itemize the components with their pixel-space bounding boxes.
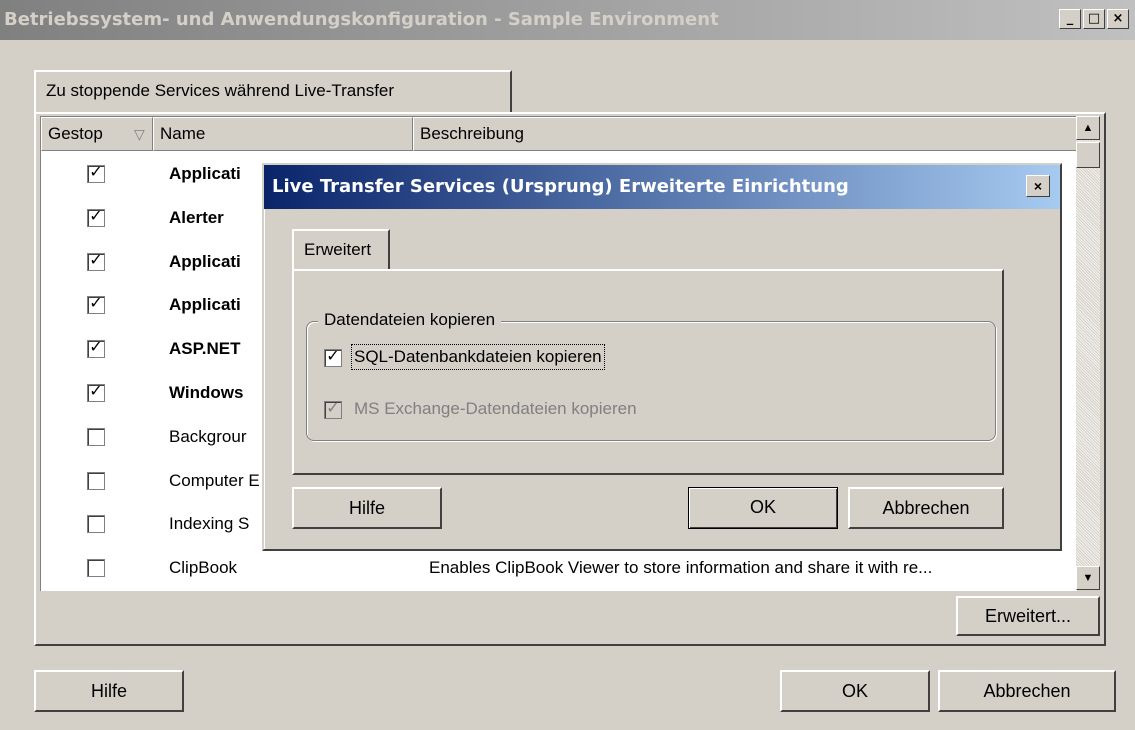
help-button[interactable]: Hilfe — [34, 670, 184, 712]
service-name: Applicati — [169, 251, 241, 271]
tab-advanced[interactable]: Erweitert — [292, 229, 390, 271]
service-name: Alerter — [169, 207, 224, 227]
stop-checkbox[interactable]: ✓ — [87, 340, 105, 359]
stop-checkbox[interactable]: ✓ — [87, 296, 105, 315]
scroll-up-icon[interactable]: ▲ — [1076, 116, 1100, 140]
window-title: Betriebssystem- und Anwendungskonfigurat… — [4, 9, 719, 30]
dialog-help-button[interactable]: Hilfe — [292, 487, 442, 529]
sort-arrow-icon: ▽ — [134, 126, 145, 142]
ok-button[interactable]: OK — [780, 670, 930, 712]
service-name: Computer E — [169, 470, 260, 490]
window-titlebar[interactable]: Betriebssystem- und Anwendungskonfigurat… — [0, 0, 1135, 40]
sql-copy-checkbox[interactable]: ✓ — [324, 349, 342, 367]
maximize-button[interactable]: □ — [1083, 9, 1105, 29]
stop-checkbox[interactable] — [87, 471, 105, 490]
exchange-copy-checkbox: ✓ — [324, 401, 342, 419]
column-label-name: Name — [160, 124, 206, 143]
column-header-stopped[interactable]: Gestop ▽ — [41, 117, 153, 151]
stop-checkbox[interactable]: ✓ — [87, 208, 105, 227]
service-description: Enables ClipBook Viewer to store informa… — [429, 558, 933, 578]
service-name: Backgrour — [169, 426, 247, 446]
stop-checkbox[interactable] — [87, 559, 105, 578]
service-name: Indexing S — [169, 514, 250, 534]
exchange-copy-label: MS Exchange-Datendateien kopieren — [354, 399, 637, 418]
dialog-cancel-button[interactable]: Abbrechen — [848, 487, 1004, 529]
dialog-title: Live Transfer Services (Ursprung) Erweit… — [272, 176, 849, 197]
scroll-down-icon[interactable]: ▼ — [1076, 566, 1100, 590]
column-header-description[interactable]: Beschreibung — [413, 117, 1077, 151]
window-controls: _ □ × — [1059, 9, 1129, 29]
column-label-stopped: Gestop — [48, 124, 103, 143]
tab-advanced-label: Erweitert — [304, 240, 372, 259]
service-name: ASP.NET — [169, 339, 241, 359]
table-row[interactable]: ClipBook Enables ClipBook Viewer to store… — [41, 547, 1077, 591]
column-header-name[interactable]: Name — [153, 117, 413, 151]
dialog-ok-button[interactable]: OK — [688, 487, 838, 529]
dialog-titlebar[interactable]: Live Transfer Services (Ursprung) Erweit… — [264, 165, 1060, 209]
service-name: Applicati — [169, 295, 241, 315]
list-scrollbar[interactable]: ▲ ▼ — [1076, 116, 1100, 590]
service-name: ClipBook — [169, 558, 238, 578]
copy-datafiles-group — [306, 321, 996, 441]
stop-checkbox[interactable]: ✓ — [87, 384, 105, 402]
close-button[interactable]: × — [1107, 9, 1129, 29]
column-label-description: Beschreibung — [420, 124, 524, 143]
stop-checkbox[interactable] — [87, 515, 105, 534]
advanced-setup-dialog: Live Transfer Services (Ursprung) Erweit… — [262, 163, 1062, 551]
stop-checkbox[interactable]: ✓ — [87, 165, 105, 183]
group-label: Datendateien kopieren — [318, 310, 502, 330]
scroll-thumb[interactable] — [1076, 142, 1100, 168]
tab-services-to-stop[interactable]: Zu stoppende Services während Live-Trans… — [34, 70, 512, 114]
stop-checkbox[interactable] — [87, 427, 105, 446]
minimize-button[interactable]: _ — [1059, 9, 1081, 29]
dialog-close-button[interactable]: × — [1026, 175, 1050, 197]
sql-copy-label[interactable]: SQL-Datenbankdateien kopieren — [351, 344, 605, 370]
service-name: Applicati — [169, 164, 241, 183]
stop-checkbox[interactable]: ✓ — [87, 252, 105, 271]
tab-label: Zu stoppende Services während Live-Trans… — [46, 81, 395, 100]
service-name: Windows — [169, 383, 244, 402]
cancel-button[interactable]: Abbrechen — [938, 670, 1116, 712]
advanced-button[interactable]: Erweitert... — [956, 596, 1100, 636]
